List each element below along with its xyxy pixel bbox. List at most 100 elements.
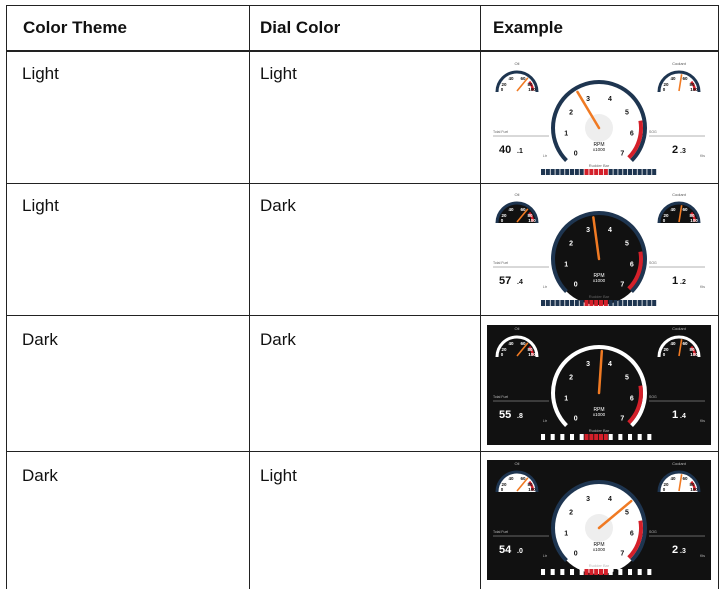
rudder-bar-segment [599, 300, 604, 306]
rudder-bar-segment [579, 300, 584, 306]
rudder-bar-segment [565, 169, 570, 175]
rudder-bar-segment [565, 300, 570, 306]
rudder-bar-segment [570, 300, 575, 306]
fuel-decimal: .0 [517, 548, 523, 555]
rudder-bar-segment [632, 569, 637, 575]
rpm-tick-label: 1 [564, 262, 568, 269]
rudder-bar-segment [589, 569, 594, 575]
right-readout-value: 1 [672, 275, 678, 287]
right-readout-unit: Kts [700, 554, 705, 558]
right-readout-value: 1 [672, 409, 678, 421]
table-border-top [6, 5, 719, 6]
right-readout-label: SOG [649, 530, 657, 534]
rpm-tick-label: 0 [574, 150, 578, 157]
table-border-left [6, 5, 7, 589]
rudder-bar-segment [560, 434, 565, 440]
rudder-bar-segment [613, 434, 618, 440]
rpm-tick-label: 5 [625, 509, 629, 516]
rudder-bar-segment [603, 300, 608, 306]
rudder-bar-segment [541, 434, 546, 440]
rudder-bar-segment [570, 169, 575, 175]
rpm-tick-label: 2 [569, 109, 573, 116]
rpm-tick-label: 3 [586, 96, 590, 103]
rpm-tick-label: 7 [620, 550, 624, 557]
small-gauge-tick-label: 40 [670, 341, 676, 346]
right-readout-unit: Kts [700, 285, 705, 289]
rudder-bar-segment [541, 569, 546, 575]
rudder-bar-segment [550, 434, 555, 440]
rpm-tick-label: 7 [620, 150, 624, 157]
rpm-tick-label: 7 [620, 415, 624, 422]
rudder-bar-segment [579, 434, 584, 440]
rudder-bar-segment [603, 569, 608, 575]
rudder-bar-segment [589, 169, 594, 175]
example-thumbnail-4: Oil 40 60 20 80 0 100 Coolant 40 60 20 80 0 100 0 1 2 3 4 5… [487, 460, 711, 580]
row-3-theme: Dark [22, 330, 58, 349]
rudder-bar-segment [565, 434, 570, 440]
rpm-tick-label: 1 [564, 396, 568, 403]
rudder-bar-segment [594, 300, 599, 306]
small-gauge-tick-label: 40 [670, 476, 676, 481]
rudder-bar-segment [652, 434, 657, 440]
small-gauge-label: Oil [515, 61, 520, 66]
small-gauge-tick-label: 100 [528, 487, 536, 492]
fuel-label: Total Fuel [493, 261, 508, 265]
rudder-bar-segment [613, 569, 618, 575]
right-readout-unit: Kts [700, 419, 705, 423]
small-gauge-label: Oil [515, 461, 520, 466]
rpm-tick-label: 5 [625, 109, 629, 116]
rpm-tick-label: 6 [630, 131, 634, 138]
rpm-tick-label: 3 [586, 227, 590, 234]
row-1-dial: Light [260, 64, 297, 83]
rpm-tick-label: 6 [630, 396, 634, 403]
rudder-bar-segment [584, 569, 589, 575]
right-readout-label: SOG [649, 395, 657, 399]
rudder-bar-segment [570, 434, 575, 440]
fuel-decimal: .4 [517, 279, 523, 286]
rpm-unit-label: x1000 [593, 412, 606, 417]
rudder-bar-segment [642, 569, 647, 575]
small-gauge-tick-label: 60 [682, 341, 688, 346]
right-readout-value: 2 [672, 144, 678, 156]
fuel-value: 57 [499, 275, 511, 287]
rudder-bar-segment [541, 169, 546, 175]
fuel-label: Total Fuel [493, 530, 508, 534]
rudder-bar-segment [652, 569, 657, 575]
rudder-bar-segment [541, 300, 546, 306]
rudder-bar-segment [618, 569, 623, 575]
rpm-tick-label: 3 [586, 361, 590, 368]
row-1-theme: Light [22, 64, 59, 83]
fuel-decimal: .8 [517, 413, 523, 420]
small-gauge-label: Oil [515, 192, 520, 197]
right-readout-decimal: .4 [680, 413, 686, 420]
rudder-bar-segment [628, 169, 633, 175]
rudder-bar-segment [574, 569, 579, 575]
rudder-bar-label: Rudder Bar [589, 563, 610, 568]
rudder-bar-segment [608, 300, 613, 306]
rudder-bar-label: Rudder Bar [589, 294, 610, 299]
rpm-tick-label: 6 [630, 531, 634, 538]
rudder-bar-segment [632, 300, 637, 306]
rudder-bar-segment [637, 169, 642, 175]
small-gauge-tick-label: 60 [682, 76, 688, 81]
right-readout-unit: Kts [700, 154, 705, 158]
rudder-bar-segment [608, 434, 613, 440]
rpm-tick-label: 7 [620, 281, 624, 288]
rudder-bar-segment [608, 569, 613, 575]
rudder-bar-segment [628, 434, 633, 440]
rudder-bar-segment [623, 569, 628, 575]
fuel-decimal: .1 [517, 148, 523, 155]
row-divider-2 [6, 315, 719, 316]
rpm-tick-label: 0 [574, 281, 578, 288]
rudder-bar-segment [647, 300, 652, 306]
fuel-label: Total Fuel [493, 395, 508, 399]
small-gauge-tick-label: 60 [682, 476, 688, 481]
rudder-bar-segment [589, 434, 594, 440]
small-gauge-tick-label: 100 [528, 87, 536, 92]
rudder-bar-segment [608, 169, 613, 175]
rpm-tick-label: 6 [630, 262, 634, 269]
right-readout-value: 2 [672, 544, 678, 556]
rudder-bar-segment [628, 569, 633, 575]
rudder-bar-segment [560, 300, 565, 306]
rudder-bar-segment [613, 300, 618, 306]
